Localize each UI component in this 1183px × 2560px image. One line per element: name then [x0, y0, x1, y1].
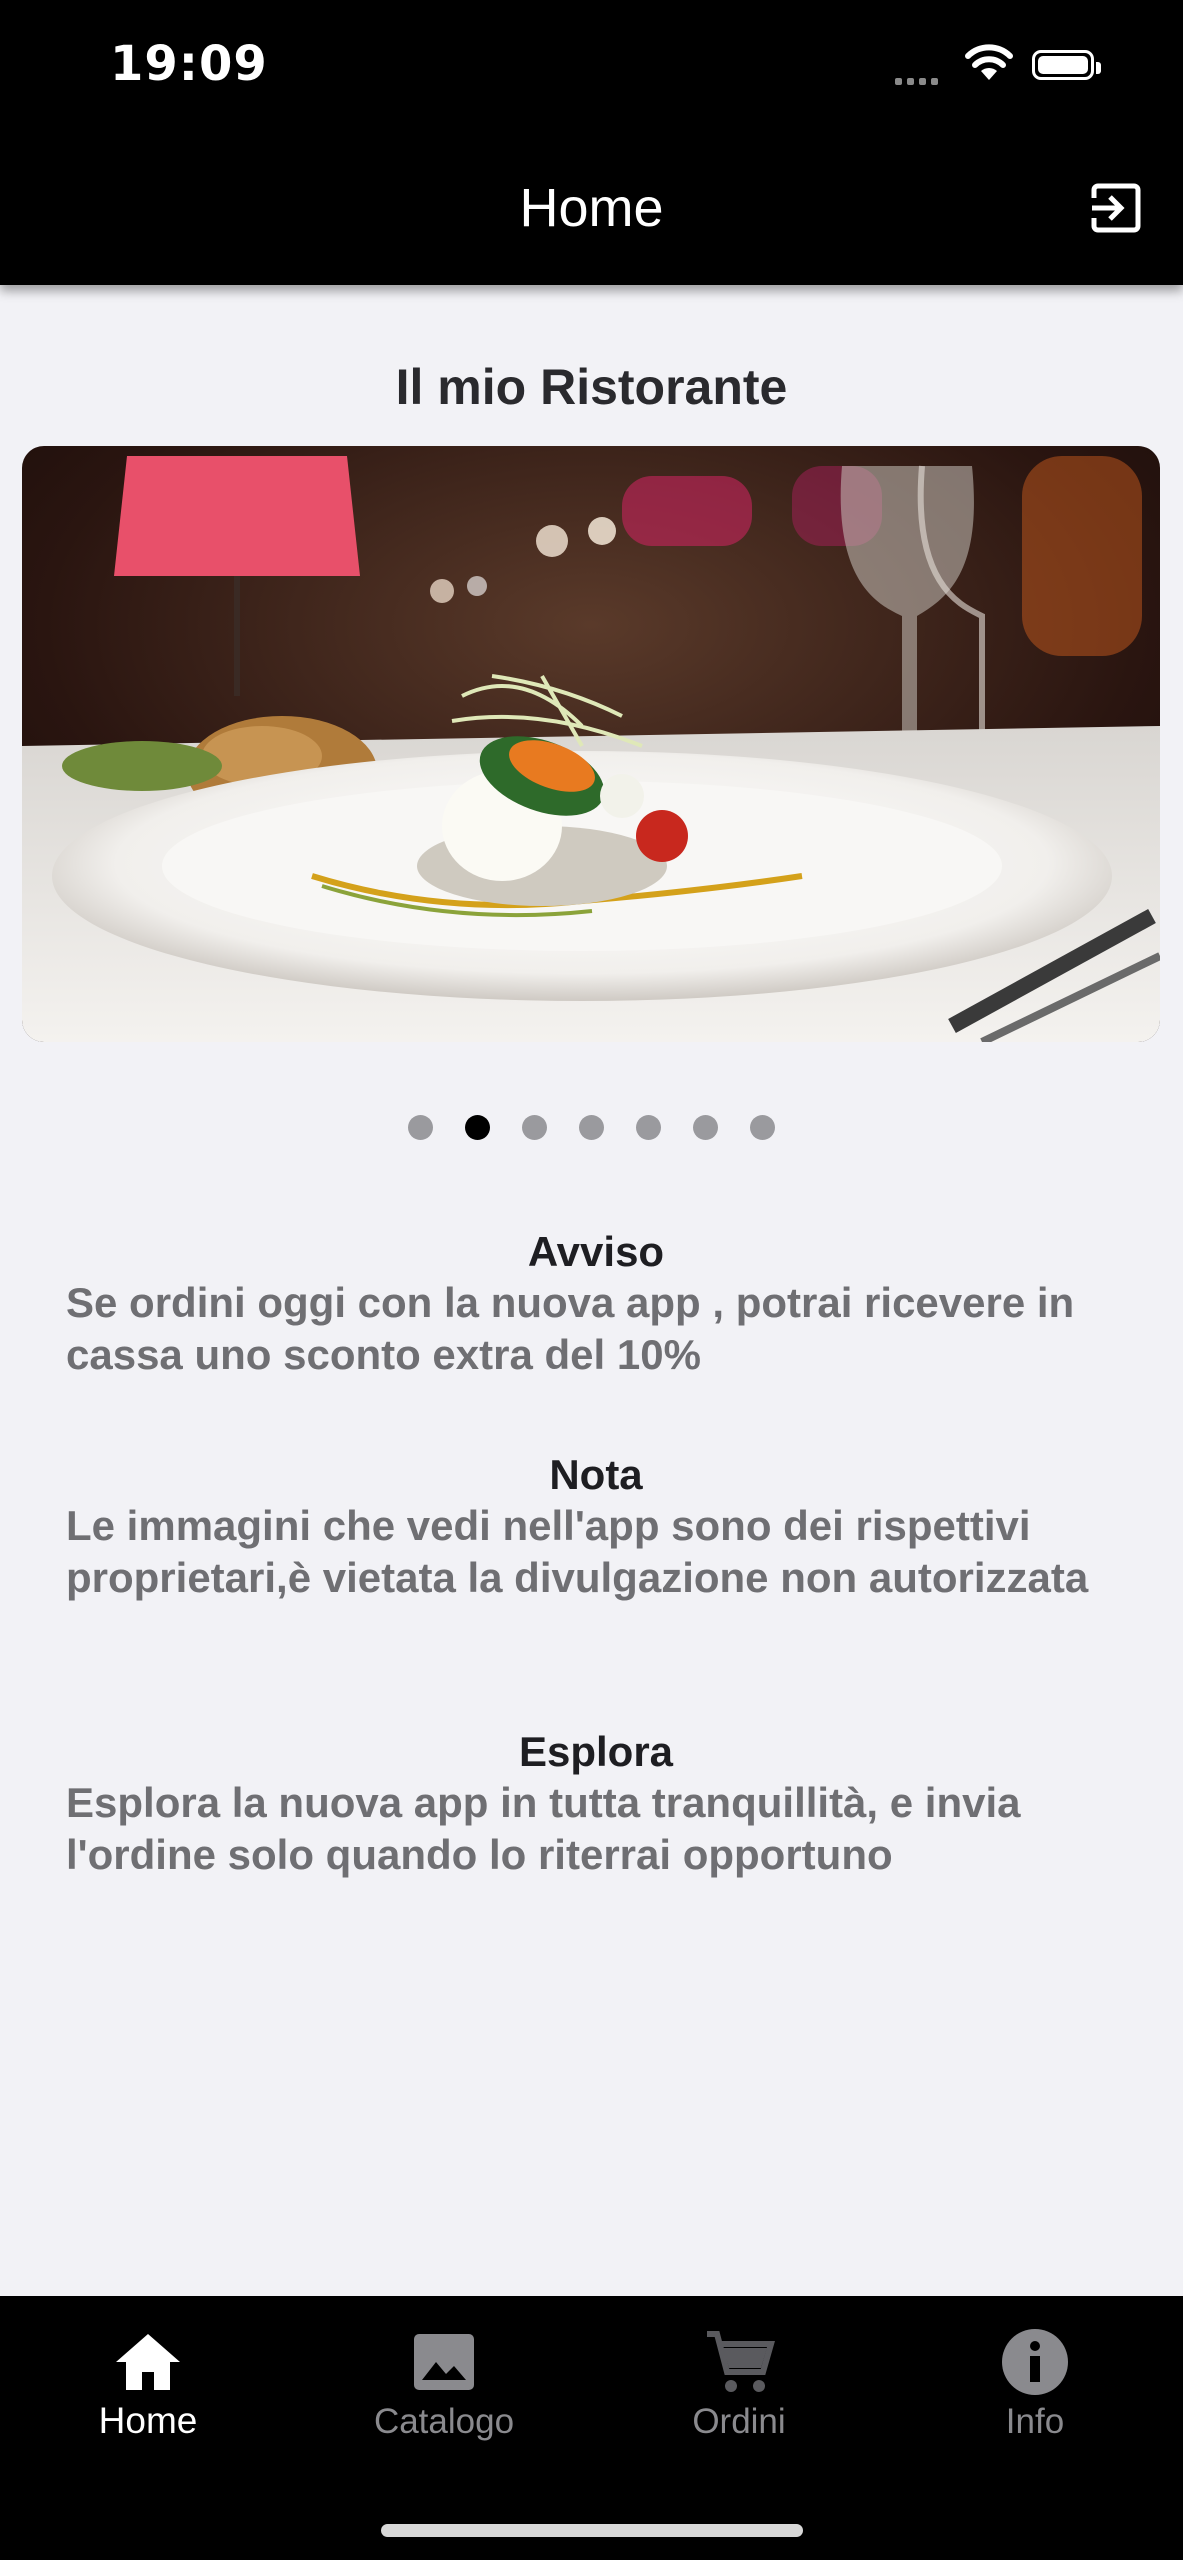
status-time: 19:09	[110, 36, 268, 92]
tab-label: Home	[98, 2400, 198, 2441]
carousel-dot[interactable]	[408, 1115, 433, 1140]
tab-ordini[interactable]: Ordini	[591, 2296, 887, 2476]
section-text: Esplora la nuova app in tutta tranquilli…	[66, 1779, 1021, 1878]
tab-bar: Home Catalogo Ordini Info	[0, 2296, 1183, 2560]
section-title: Avviso	[527, 1228, 665, 1275]
carousel-dot[interactable]	[693, 1115, 718, 1140]
image-icon	[414, 2334, 474, 2390]
restaurant-title: Il mio Ristorante	[395, 359, 788, 415]
section-avviso: Avviso Se ordini oggi con la nuova app ,…	[66, 1227, 1126, 1381]
section-esplora: Esplora Esplora la nuova app in tutta tr…	[66, 1727, 1126, 1881]
info-icon	[1002, 2329, 1068, 2395]
tab-info[interactable]: Info	[887, 2296, 1183, 2476]
tab-catalogo[interactable]: Catalogo	[296, 2296, 592, 2476]
section-text: Se ordini oggi con la nuova app , potrai…	[66, 1279, 1075, 1378]
carousel-dot[interactable]	[636, 1115, 661, 1140]
home-icon	[116, 2334, 180, 2390]
carousel-dot-active[interactable]	[465, 1115, 490, 1140]
section-nota: Nota Le immagini che vedi nell'app sono …	[66, 1450, 1126, 1604]
cart-icon	[707, 2331, 775, 2392]
battery-icon	[1032, 50, 1101, 80]
logout-icon[interactable]	[1088, 180, 1144, 236]
section-text: Le immagini che vedi nell'app sono dei r…	[66, 1502, 1089, 1601]
navigation-bar: Home	[0, 140, 1183, 285]
wifi-icon	[965, 44, 1013, 80]
carousel-dot[interactable]	[522, 1115, 547, 1140]
tab-label: Info	[1005, 2402, 1065, 2441]
carousel-dot[interactable]	[750, 1115, 775, 1140]
section-title: Nota	[549, 1451, 643, 1498]
tab-label: Ordini	[692, 2402, 786, 2441]
status-bar: 19:09	[0, 0, 1183, 140]
tab-home[interactable]: Home	[0, 2296, 296, 2476]
section-title: Esplora	[518, 1728, 674, 1775]
page-title: Home	[519, 178, 664, 238]
carousel-image[interactable]	[22, 446, 1160, 1042]
tab-label: Catalogo	[373, 2402, 515, 2441]
cellular-signal-icon	[895, 72, 943, 90]
home-indicator[interactable]	[381, 2524, 803, 2537]
carousel-dot[interactable]	[579, 1115, 604, 1140]
restaurant-dish-photo	[22, 446, 1160, 1042]
carousel-page-indicator[interactable]	[0, 1115, 1183, 1140]
